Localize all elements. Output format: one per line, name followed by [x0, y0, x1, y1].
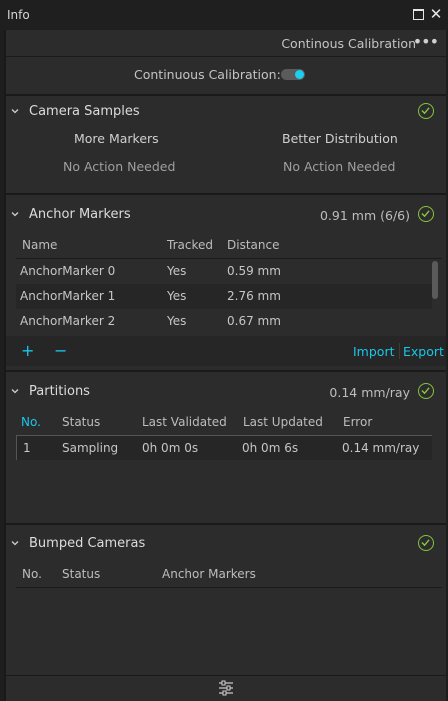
continuous-calibration-label: Continuous Calibration:	[134, 67, 281, 82]
divider	[6, 523, 446, 525]
anchor-tracked: Yes	[167, 289, 187, 303]
chevron-down-icon[interactable]	[10, 385, 20, 395]
section-title: Anchor Markers	[29, 207, 131, 222]
check-circle-icon	[418, 206, 434, 222]
anchor-name: AnchorMarker 1	[20, 289, 116, 303]
export-button[interactable]: Export	[403, 344, 444, 359]
section-header-partitions[interactable]: Partitions 0.14 mm/ray	[6, 381, 446, 405]
more-markers-status: No Action Needed	[63, 159, 176, 174]
section-header-bumped-cameras[interactable]: Bumped Cameras	[6, 533, 446, 557]
import-button[interactable]: Import	[353, 344, 395, 359]
close-icon[interactable]: ✕	[428, 5, 444, 23]
table-row[interactable]: AnchorMarker 0 Yes 0.59 mm	[16, 259, 432, 284]
column-header-status[interactable]: Status	[62, 567, 100, 581]
partition-last-validated: 0h 0m 0s	[142, 441, 199, 455]
continuous-calibration-row: Continuous Calibration:	[6, 58, 446, 94]
section-title: Camera Samples	[29, 104, 140, 119]
chevron-down-icon[interactable]	[10, 105, 20, 115]
column-header-error[interactable]: Error	[343, 415, 372, 429]
section-title: Partitions	[29, 384, 90, 399]
table-row[interactable]: 1 Sampling 0h 0m 0s 0h 0m 6s 0.14 mm/ray	[16, 436, 432, 460]
info-panel: Continous Calibration ••• Continuous Cal…	[4, 30, 446, 701]
section-title: Bumped Cameras	[29, 536, 146, 551]
anchor-name: AnchorMarker 0	[20, 264, 116, 278]
partition-status: Sampling	[62, 441, 119, 455]
toggle-knob	[295, 70, 304, 79]
window-titlebar: Info ✕	[0, 0, 448, 30]
check-circle-icon	[418, 535, 434, 551]
column-header-anchor-markers[interactable]: Anchor Markers	[162, 567, 256, 581]
divider	[6, 193, 446, 195]
anchor-markers-toolbar: + − Import Export	[6, 336, 446, 366]
divider	[6, 370, 446, 372]
maximize-icon[interactable]	[413, 9, 424, 20]
anchor-markers-scrollbar[interactable]	[432, 261, 438, 299]
anchor-distance: 0.67 mm	[227, 314, 281, 328]
anchor-tracked: Yes	[167, 314, 187, 328]
anchor-name: AnchorMarker 2	[20, 314, 116, 328]
column-header-status[interactable]: Status	[62, 415, 100, 429]
header-divider	[16, 587, 442, 588]
anchor-distance: 2.76 mm	[227, 289, 281, 303]
partition-error: 0.14 mm/ray	[342, 441, 420, 455]
toolbar-separator	[399, 343, 400, 359]
column-header-last-validated[interactable]: Last Validated	[142, 415, 227, 429]
anchor-distance: 0.59 mm	[227, 264, 281, 278]
column-header-no[interactable]: No.	[21, 415, 41, 429]
continuous-calibration-toggle[interactable]	[281, 69, 305, 80]
add-anchor-button[interactable]: +	[21, 341, 34, 360]
column-header-distance[interactable]: Distance	[227, 238, 279, 252]
column-header-tracked[interactable]: Tracked	[167, 238, 213, 252]
chevron-down-icon[interactable]	[10, 208, 20, 218]
better-distribution-status: No Action Needed	[283, 159, 396, 174]
table-row[interactable]: AnchorMarker 2 Yes 0.67 mm	[16, 309, 432, 334]
mode-label: Continous Calibration	[281, 36, 416, 51]
remove-anchor-button[interactable]: −	[54, 341, 67, 360]
column-header-last-updated[interactable]: Last Updated	[243, 415, 323, 429]
more-markers-heading: More Markers	[74, 131, 159, 146]
panel-header: Continous Calibration •••	[6, 30, 446, 57]
check-circle-icon	[418, 383, 434, 399]
partitions-summary: 0.14 mm/ray	[329, 385, 410, 400]
better-distribution-heading: Better Distribution	[282, 131, 398, 146]
section-header-anchor-markers[interactable]: Anchor Markers 0.91 mm (6/6)	[6, 204, 446, 228]
column-header-no[interactable]: No.	[22, 567, 42, 581]
column-header-name[interactable]: Name	[22, 238, 57, 252]
window-title: Info	[7, 8, 30, 22]
check-circle-icon	[418, 103, 434, 119]
anchor-tracked: Yes	[167, 264, 187, 278]
table-row[interactable]: AnchorMarker 1 Yes 2.76 mm	[16, 284, 432, 309]
more-options-icon[interactable]: •••	[413, 32, 439, 51]
partition-last-updated: 0h 0m 6s	[242, 441, 299, 455]
anchor-markers-summary: 0.91 mm (6/6)	[319, 208, 410, 223]
chevron-down-icon[interactable]	[10, 537, 20, 547]
filter-settings-icon[interactable]	[218, 679, 234, 697]
section-header-camera-samples[interactable]: Camera Samples	[6, 101, 446, 125]
partition-no: 1	[23, 441, 31, 455]
panel-footer	[6, 675, 446, 701]
divider	[6, 94, 446, 96]
